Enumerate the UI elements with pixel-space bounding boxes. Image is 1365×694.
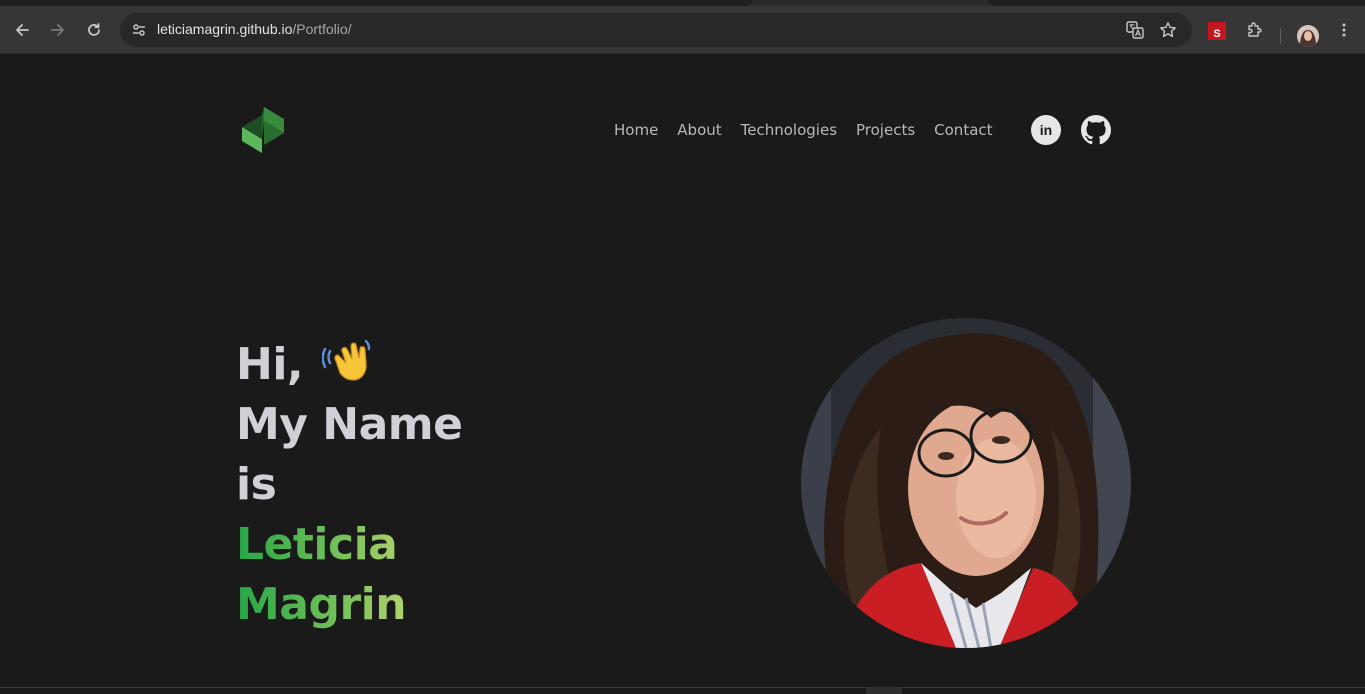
- back-arrow-icon: [16, 24, 29, 36]
- forward-button[interactable]: [44, 16, 72, 44]
- url-host: leticiamagrin.github.io: [157, 21, 293, 37]
- translate-icon: [1126, 21, 1144, 39]
- github-link[interactable]: [1081, 115, 1111, 145]
- portrait-photo-icon: [801, 318, 1131, 648]
- linkedin-icon: in: [1039, 122, 1053, 138]
- main-nav: Home About Technologies Projects Contact: [614, 121, 1012, 139]
- hero-greeting-line: Hi,: [236, 335, 463, 395]
- logo-icon: [242, 107, 284, 153]
- extension-s-button[interactable]: S: [1208, 22, 1226, 40]
- site-info-button[interactable]: [127, 18, 151, 42]
- browser-menu-button[interactable]: [1330, 16, 1358, 44]
- scroll-indicator: [866, 687, 902, 694]
- site-logo[interactable]: [240, 105, 286, 155]
- hero-last-name: Magrin: [236, 575, 463, 635]
- nav-about[interactable]: About: [677, 121, 721, 139]
- kebab-menu-icon: [1342, 23, 1346, 37]
- extensions-button[interactable]: [1241, 16, 1269, 44]
- bookmark-star-icon: [1160, 22, 1176, 38]
- nav-home[interactable]: Home: [614, 121, 658, 139]
- hero-greeting: Hi,: [236, 339, 304, 390]
- waving-hand-icon: [321, 337, 374, 389]
- back-button[interactable]: [8, 16, 36, 44]
- nav-technologies[interactable]: Technologies: [741, 121, 837, 139]
- linkedin-link[interactable]: in: [1031, 115, 1061, 145]
- page-divider: [0, 687, 1365, 688]
- address-bar[interactable]: leticiamagrin.github.io/Portfolio/: [120, 13, 1192, 47]
- nav-contact[interactable]: Contact: [934, 121, 992, 139]
- profile-photo-icon: [1297, 25, 1319, 47]
- reload-button[interactable]: [80, 16, 108, 44]
- forward-arrow-icon: [51, 24, 64, 36]
- profile-avatar[interactable]: [1297, 25, 1319, 47]
- url-path: /Portfolio/: [292, 21, 352, 37]
- extensions-icon: [1248, 22, 1262, 37]
- hero-line-2: My Name: [236, 399, 463, 450]
- reload-icon: [88, 23, 100, 36]
- toolbar-divider: [1280, 28, 1281, 44]
- translate-button[interactable]: [1123, 18, 1147, 42]
- portfolio-page: Home About Technologies Projects Contact…: [0, 55, 1365, 694]
- site-info-icon: [133, 24, 145, 36]
- hero-first-name: Leticia: [236, 515, 463, 575]
- hero-heading: Hi, My Name is Leticia Magrin: [236, 335, 463, 635]
- url-text[interactable]: leticiamagrin.github.io/Portfolio/: [157, 21, 352, 37]
- bookmark-button[interactable]: [1156, 18, 1180, 42]
- github-icon: [1081, 115, 1111, 145]
- extension-s-label: S: [1213, 28, 1221, 40]
- profile-photo: [801, 318, 1131, 648]
- browser-toolbar: leticiamagrin.github.io/Portfolio/ S: [0, 6, 1365, 54]
- nav-projects[interactable]: Projects: [856, 121, 915, 139]
- hero-line-3: is: [236, 459, 277, 510]
